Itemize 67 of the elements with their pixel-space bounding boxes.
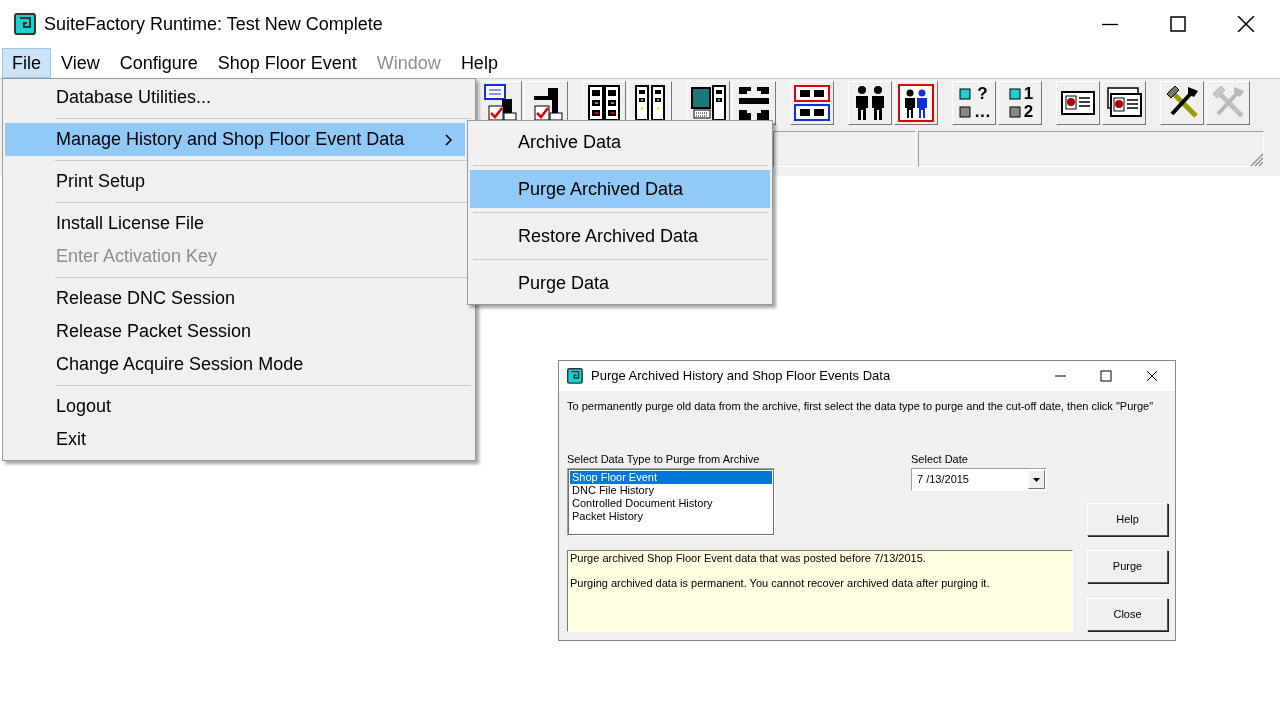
computer-cabinet-icon [690, 84, 726, 122]
monitor-checkbox-icon [482, 84, 518, 122]
help-button[interactable]: Help [1087, 503, 1168, 537]
toolbar-button[interactable]: 1 2 [998, 81, 1042, 125]
list-label: Select Data Type to Purge from Archive [567, 453, 761, 467]
dropdown-button[interactable] [1028, 470, 1045, 490]
menu-item[interactable]: Help [450, 48, 508, 78]
squares-icon [957, 85, 971, 121]
toolbar-button[interactable] [1160, 81, 1204, 125]
list-item[interactable]: DNC File History [570, 484, 772, 498]
date-label: Select Date [911, 453, 969, 467]
minimize-icon [1102, 22, 1118, 26]
list-item[interactable]: Packet History [570, 510, 772, 524]
list-item[interactable]: Controlled Document History [570, 497, 772, 511]
menu-item[interactable]: View [51, 48, 110, 78]
minimize-icon [1054, 375, 1066, 377]
maximize-icon [1100, 370, 1112, 382]
app-icon [14, 13, 36, 35]
info-text: Purge archived Shop Floor Event data that was posted before 7/13/2015. [570, 552, 927, 566]
menu-item[interactable]: Print Setup [5, 165, 465, 198]
app-icon [567, 368, 583, 384]
cabinets-icon [586, 84, 622, 122]
icon-glyph: 1 [1023, 85, 1034, 103]
maximize-icon [1168, 16, 1188, 32]
connectors-icon [794, 84, 830, 122]
close-icon [1236, 16, 1256, 32]
toolbar-button[interactable] [848, 81, 892, 125]
menu-item[interactable]: Shop Floor Event [207, 48, 367, 78]
close-button[interactable]: Close [1087, 598, 1168, 632]
icon-glyph: … [974, 103, 991, 121]
list-item[interactable]: Shop Floor Event [570, 471, 772, 485]
squares-icon [1006, 85, 1021, 121]
connectors-icon [736, 84, 772, 122]
menu-item[interactable]: File [2, 48, 51, 78]
dropdown-arrow-icon [1033, 477, 1040, 482]
toolbar-button[interactable] [732, 81, 776, 125]
date-field[interactable]: 7 /13/2015 [911, 468, 1047, 492]
menu-item[interactable]: Archive Data [470, 123, 770, 161]
window-title: SuiteFactory Runtime: Test New Complete [44, 12, 383, 36]
menu-item[interactable]: Database Utilities... [5, 81, 465, 114]
menu-item[interactable]: Manage History and Shop Floor Event Data [5, 123, 465, 156]
menu-item[interactable]: Release DNC Session [5, 282, 465, 315]
icon-glyph: 2 [1023, 103, 1034, 121]
data-type-list[interactable]: Shop Floor Event DNC File History Controlled Document History Packet History [567, 468, 775, 537]
toolbar-button[interactable]: ? … [952, 81, 996, 125]
people-icon [898, 84, 934, 122]
menu-item[interactable]: Exit [5, 423, 465, 456]
toolbar-button[interactable] [790, 81, 834, 125]
menu-item[interactable]: Logout [5, 390, 465, 423]
close-icon [1146, 370, 1158, 382]
instruction-text: To permanently purge old data from the archive, first select the data type to purge and the cut-off date, then click "Purge" [567, 400, 1155, 414]
menu-item[interactable]: Configure [109, 48, 208, 78]
toolbar-button[interactable] [1102, 81, 1146, 125]
menu-item[interactable]: Change Acquire Session Mode [5, 348, 465, 381]
toolbar-button[interactable] [1056, 81, 1100, 125]
menu-item[interactable]: Install License File [5, 207, 465, 240]
menu-item[interactable]: Purge Archived Data [470, 170, 770, 208]
info-text: Purging archived data is permanent. You cannot recover archived data after purging it. [570, 576, 991, 590]
purge-button[interactable]: Purge [1087, 550, 1168, 584]
dialog-title: Purge Archived History and Shop Floor Events Data [591, 368, 891, 384]
menu-item[interactable]: Purge Data [470, 264, 770, 302]
resize-grip-icon [1250, 153, 1264, 167]
menu-item[interactable]: Release Packet Session [5, 315, 465, 348]
cabinets-icon [632, 84, 668, 122]
icon-glyph: ? [976, 85, 989, 103]
menu-item[interactable]: Restore Archived Data [470, 217, 770, 255]
toolbar-button[interactable] [894, 81, 938, 125]
